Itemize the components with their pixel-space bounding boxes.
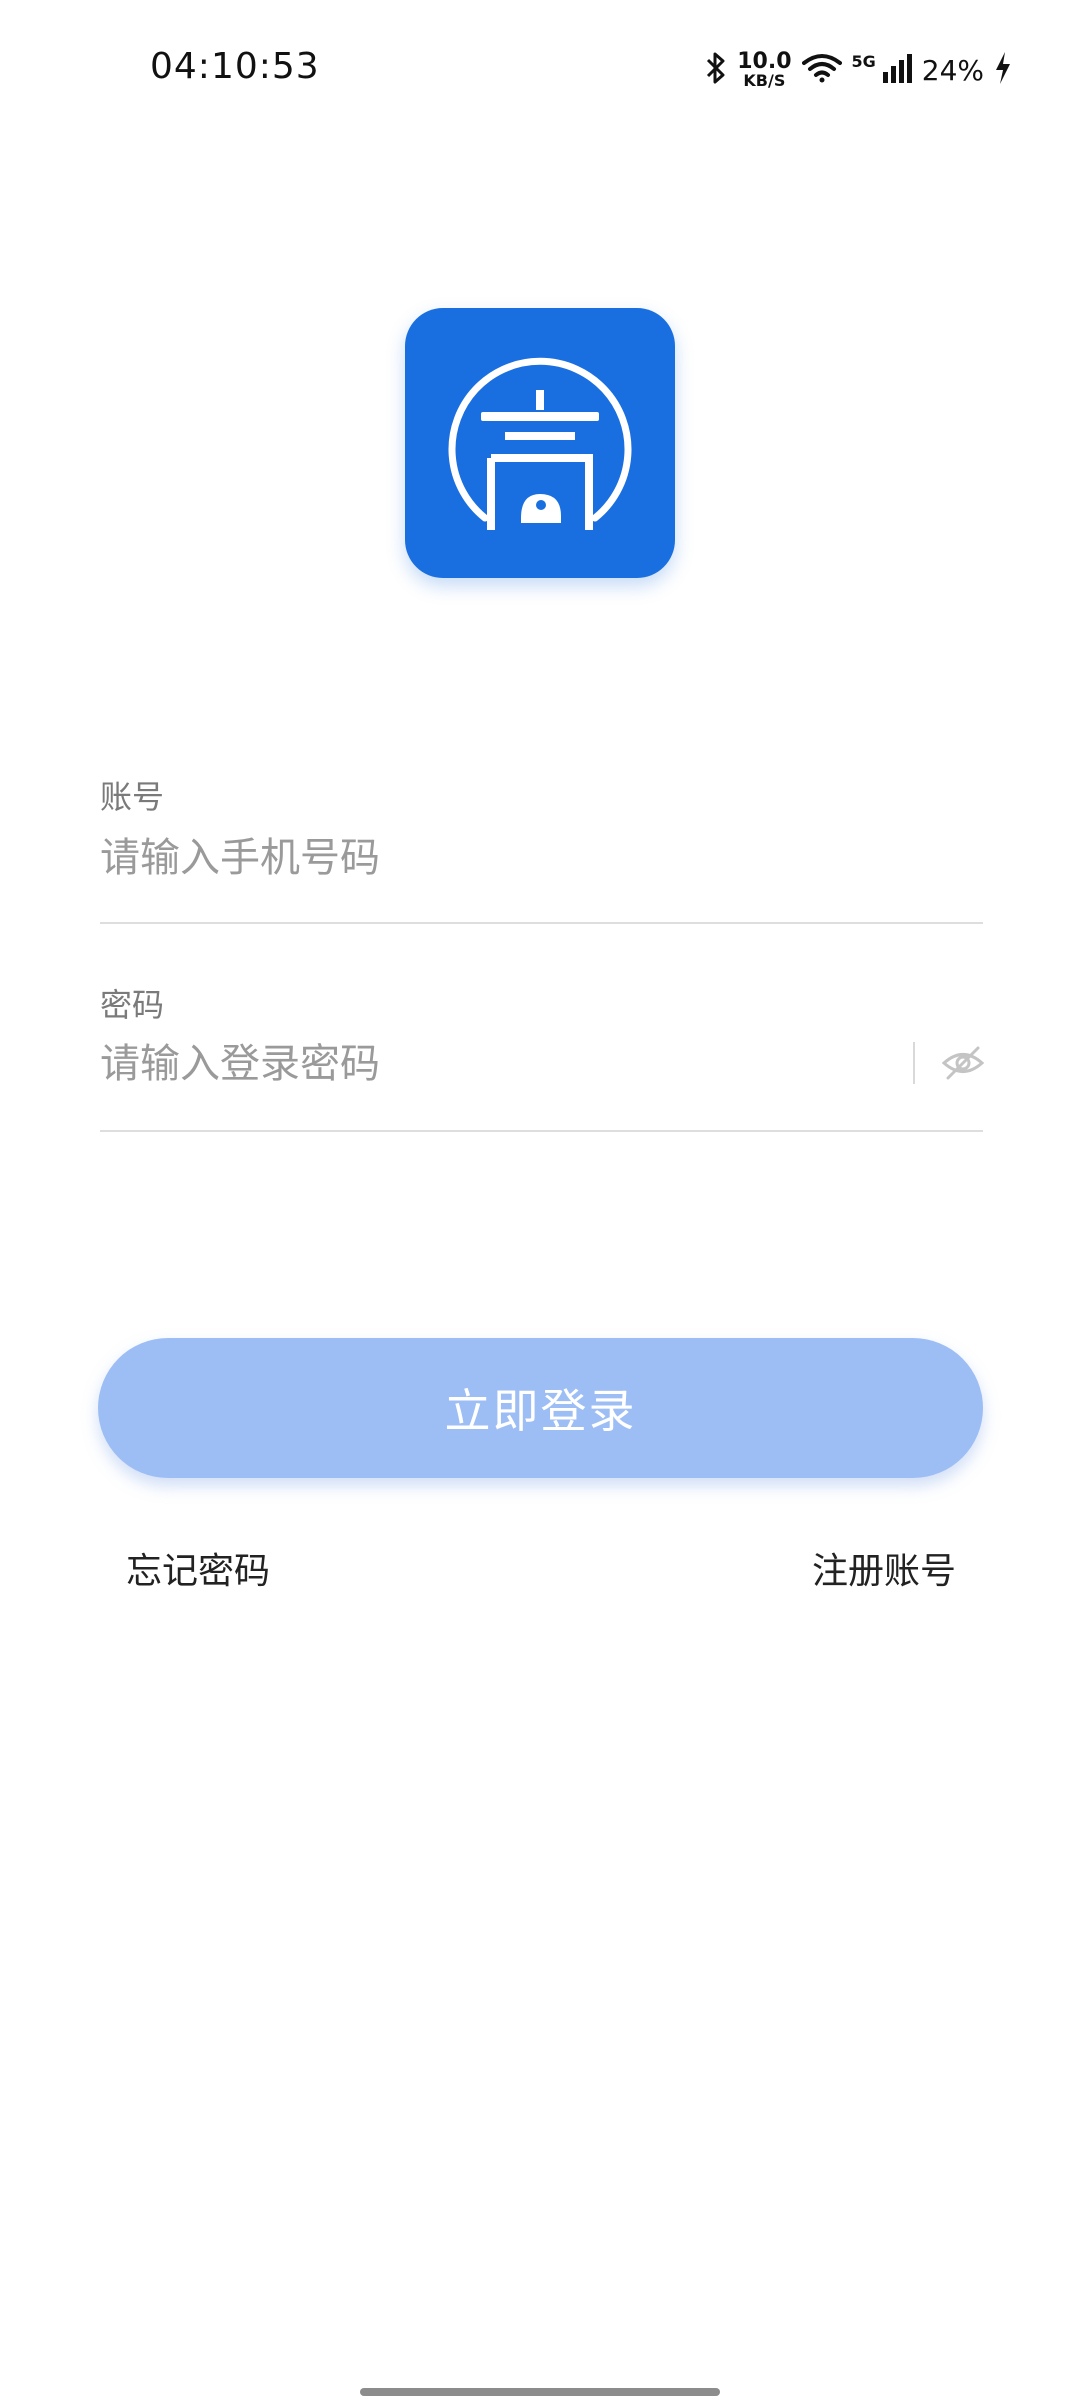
network-speed: 10.0 KB/S <box>737 51 791 89</box>
status-bar: 04:10:53 10.0 KB/S 5G 24% <box>0 0 1080 140</box>
password-separator <box>913 1042 915 1084</box>
password-label: 密码 <box>100 986 165 1024</box>
home-indicator[interactable] <box>360 2388 720 2396</box>
forgot-password-link[interactable]: 忘记密码 <box>126 1542 270 1594</box>
status-time: 04:10:53 <box>150 46 320 87</box>
status-icons: 10.0 KB/S 5G 24% <box>705 46 1012 94</box>
charging-icon <box>994 51 1012 89</box>
register-link[interactable]: 注册账号 <box>812 1542 956 1594</box>
eye-off-icon[interactable] <box>940 1040 986 1086</box>
network-speed-unit: KB/S <box>743 71 786 90</box>
login-screen: 04:10:53 10.0 KB/S 5G 24% 账号 请输入手机号码 密码 … <box>0 0 1080 2400</box>
account-input[interactable] <box>100 828 900 888</box>
network-type: 5G <box>851 52 876 71</box>
battery-level: 24% <box>921 53 984 87</box>
app-logo-icon <box>448 357 632 530</box>
password-input[interactable] <box>100 1034 880 1094</box>
wifi-icon <box>801 53 842 87</box>
app-logo <box>405 308 675 578</box>
account-divider <box>100 922 983 924</box>
account-label: 账号 <box>100 778 165 816</box>
bluetooth-icon <box>705 51 727 89</box>
network-speed-value: 10.0 <box>737 49 792 74</box>
password-divider <box>100 1130 983 1132</box>
signal-icon <box>882 52 912 88</box>
login-button[interactable]: 立即登录 <box>98 1338 983 1478</box>
